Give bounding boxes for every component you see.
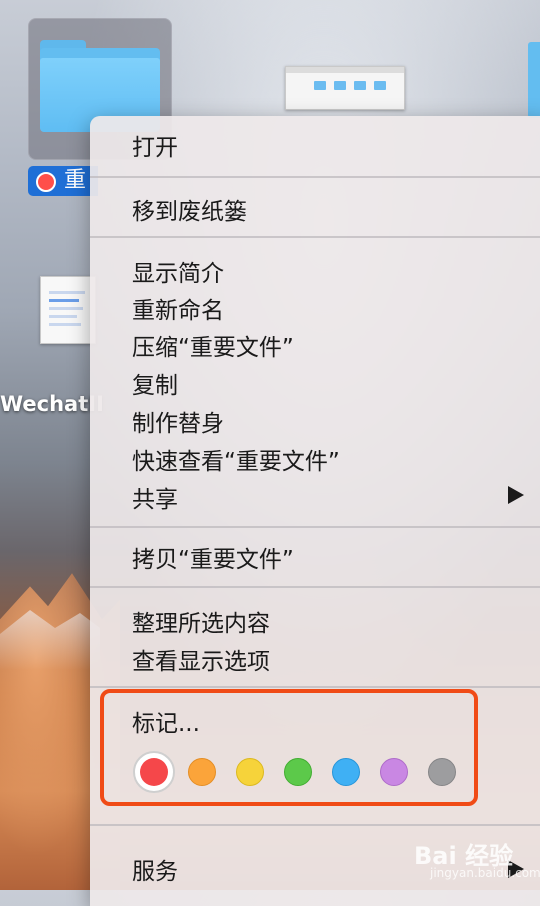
folder-name-label[interactable]: 重 <box>28 166 98 196</box>
submenu-arrow-icon <box>508 486 524 504</box>
menu-item-rename[interactable]: 重新命名 <box>132 291 224 325</box>
menu-item-open[interactable]: 打开 <box>132 128 178 162</box>
red-tag-dot-icon <box>36 172 56 192</box>
tag-blue-button[interactable] <box>332 758 360 786</box>
menu-item-get-info[interactable]: 显示简介 <box>132 254 224 288</box>
tag-red-button[interactable] <box>133 751 175 793</box>
folder-name-text: 重 <box>64 168 87 193</box>
menu-item-make-alias[interactable]: 制作替身 <box>132 404 224 438</box>
tag-yellow-button[interactable] <box>236 758 264 786</box>
menu-separator <box>90 176 540 178</box>
desktop-file-label: WechatII <box>0 392 104 416</box>
menu-separator <box>90 686 540 688</box>
menu-item-copy[interactable]: 拷贝“重要文件” <box>132 540 294 574</box>
folder-icon-partial[interactable] <box>528 42 540 118</box>
screenshot-thumbnail[interactable] <box>40 276 96 344</box>
watermark-url: jingyan.baidu.com <box>430 866 540 880</box>
menu-item-services[interactable]: 服务 <box>132 852 178 886</box>
tag-gray-button[interactable] <box>428 758 456 786</box>
menu-item-compress[interactable]: 压缩“重要文件” <box>132 328 294 362</box>
tag-green-button[interactable] <box>284 758 312 786</box>
tag-purple-button[interactable] <box>380 758 408 786</box>
menu-item-clean-up-selection[interactable]: 整理所选内容 <box>132 604 270 638</box>
menu-separator <box>90 526 540 528</box>
menu-item-duplicate[interactable]: 复制 <box>132 366 178 400</box>
menu-separator <box>90 824 540 826</box>
menu-item-show-view-options[interactable]: 查看显示选项 <box>132 642 270 676</box>
tag-orange-button[interactable] <box>188 758 216 786</box>
screenshot-thumbnail[interactable] <box>285 66 405 110</box>
menu-item-share[interactable]: 共享 <box>132 480 178 514</box>
menu-separator <box>90 586 540 588</box>
menu-separator <box>90 236 540 238</box>
menu-item-move-to-trash[interactable]: 移到废纸篓 <box>132 192 247 226</box>
menu-item-quick-look[interactable]: 快速查看“重要文件” <box>132 442 340 476</box>
